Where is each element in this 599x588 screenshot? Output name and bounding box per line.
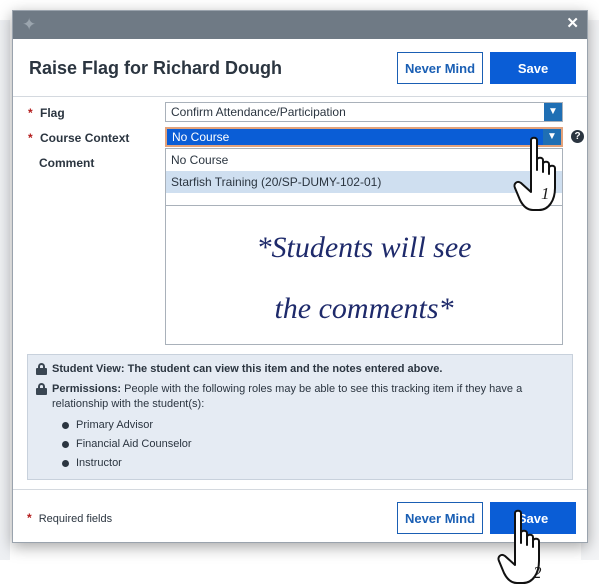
student-view-text: The student can view this item and the n… [127,363,443,375]
bullet-icon [62,422,69,429]
flag-select[interactable]: Confirm Attendance/Participation ▼ [165,102,563,122]
dialog-titlebar: ✦ ✕ [13,11,587,39]
starfish-logo-icon: ✦ [22,15,37,34]
required-asterisk: * [28,131,33,145]
student-view-label: Student View: [52,363,125,375]
role-primary-advisor: Primary Advisor [76,419,154,431]
dialog-header: Raise Flag for Richard Dough Never Mind … [13,39,587,97]
course-context-select-value: No Course [172,130,230,144]
student-view-line: Student View: The student can view this … [36,362,564,377]
lock-icon [36,363,47,375]
role-item: Primary Advisor [60,416,564,435]
visibility-info-panel: Student View: The student can view this … [27,354,573,480]
permissions-text: People with the following roles may be a… [52,383,523,410]
lock-icon [36,383,47,395]
dialog-title: Raise Flag for Richard Dough [29,58,283,78]
course-context-label: Course Context [40,131,130,145]
required-asterisk: * [27,511,32,525]
permissions-line: Permissions: People with the following r… [36,382,564,412]
raise-flag-dialog: ✦ ✕ Raise Flag for Richard Dough Never M… [12,10,588,543]
required-fields-note: * Required fields [27,511,112,525]
role-item: Instructor [60,454,564,473]
never-mind-button[interactable]: Never Mind [397,52,483,84]
flag-label-group: * Flag [28,106,65,120]
required-asterisk: * [28,106,33,120]
dropdown-option-starfish-training[interactable]: Starfish Training (20/SP-DUMY-102-01) [166,171,562,193]
required-fields-text: Required fields [38,513,113,525]
role-instructor: Instructor [76,457,122,469]
role-financial-aid-counselor: Financial Aid Counselor [76,438,192,450]
background-left-edge [0,20,10,560]
roles-list: Primary Advisor Financial Aid Counselor … [60,416,564,473]
course-context-dropdown: No Course Starfish Training (20/SP-DUMY-… [165,148,563,206]
never-mind-button-footer[interactable]: Never Mind [397,502,483,534]
flag-select-value: Confirm Attendance/Participation [171,105,346,119]
hand-pointer-icon [513,136,556,211]
overlay-note-line1: *Students will see [256,231,472,264]
comment-label: Comment [39,156,95,170]
step-number-1: 1 [541,184,550,203]
course-context-select[interactable]: No Course ▼ [165,127,563,147]
chevron-down-icon[interactable]: ▼ [544,103,562,121]
permissions-label: Permissions: [52,383,122,395]
help-icon[interactable]: ? [571,130,584,143]
role-item: Financial Aid Counselor [60,435,564,454]
dropdown-option-no-course[interactable]: No Course [166,149,562,171]
overlay-note-line2: the comments* [274,292,454,325]
bullet-icon [62,441,69,448]
bullet-icon [62,460,69,467]
step-number-2: 2 [533,563,542,582]
flag-label: Flag [40,106,65,120]
course-context-label-group: * Course Context [28,131,129,145]
close-icon[interactable]: ✕ [566,16,579,32]
save-button[interactable]: Save [490,52,576,84]
